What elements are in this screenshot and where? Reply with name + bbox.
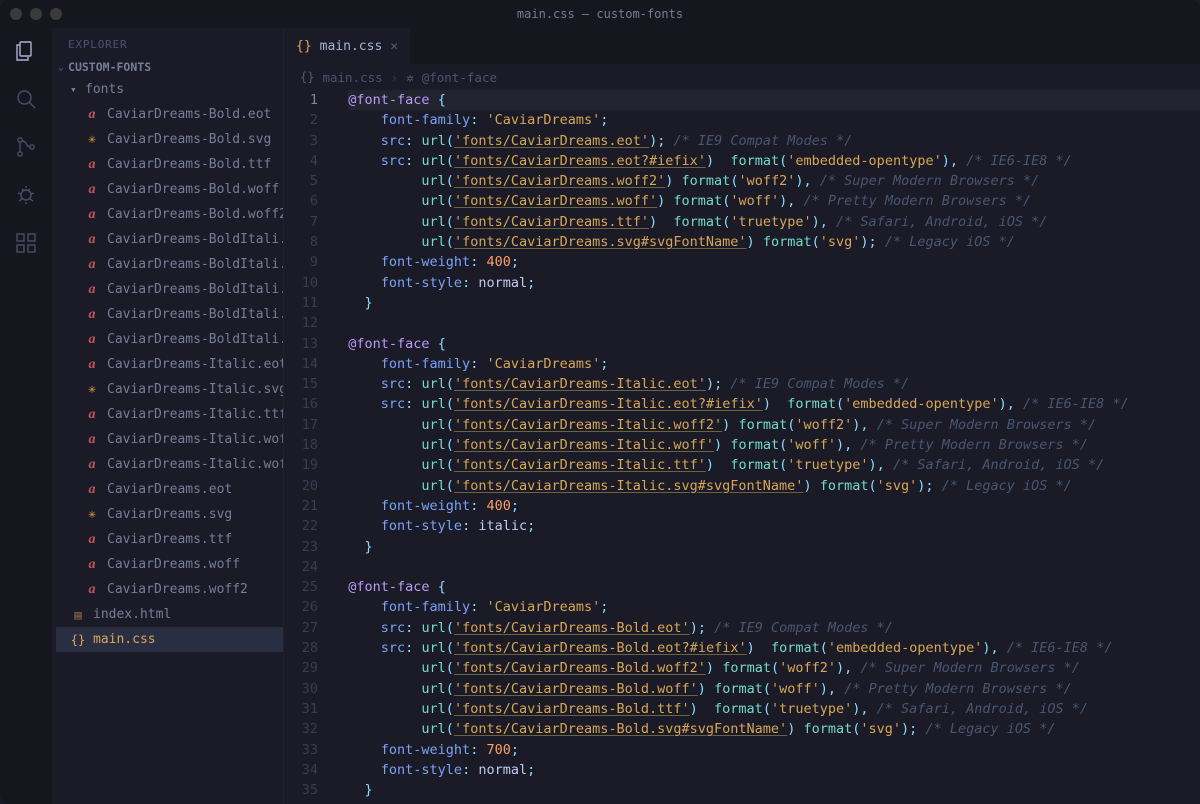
explorer-icon[interactable] — [13, 38, 39, 64]
file-item[interactable]: ▤index.html — [56, 602, 283, 627]
css-icon: {} — [296, 39, 312, 54]
file-item[interactable]: aCaviarDreams-BoldItali... — [56, 302, 283, 327]
file-item[interactable]: aCaviarDreams-Italic.woff — [56, 427, 283, 452]
file-label: CaviarDreams-Bold.woff — [107, 182, 279, 197]
file-label: CaviarDreams-Italic.woff — [107, 432, 283, 447]
file-label: index.html — [93, 607, 171, 622]
file-label: CaviarDreams-Bold.ttf — [107, 157, 271, 172]
tab-label: main.css — [320, 39, 383, 54]
file-label: CaviarDreams.eot — [107, 482, 232, 497]
sidebar: EXPLORER ⌄CUSTOM-FONTS ▾ fonts aCaviarDr… — [52, 28, 284, 804]
activity-bar — [0, 28, 52, 804]
run-debug-icon[interactable] — [13, 182, 39, 208]
file-label: CaviarDreams-Italic.ttf — [107, 407, 283, 422]
file-item[interactable]: {}main.css — [56, 627, 283, 652]
file-item[interactable]: ✳CaviarDreams-Italic.svg — [56, 377, 283, 402]
file-label: CaviarDreams-Bold.eot — [107, 107, 271, 122]
file-item[interactable]: aCaviarDreams-Bold.ttf — [56, 152, 283, 177]
css-icon: {} — [300, 70, 314, 84]
at-rule-icon: ✲ — [406, 70, 414, 85]
folder-fonts[interactable]: ▾ fonts — [56, 77, 283, 102]
close-window-icon[interactable] — [10, 8, 22, 20]
file-item[interactable]: aCaviarDreams-Italic.ttf — [56, 402, 283, 427]
file-item[interactable]: aCaviarDreams-BoldItali... — [56, 277, 283, 302]
maximize-window-icon[interactable] — [50, 8, 62, 20]
file-label: CaviarDreams-BoldItali... — [107, 232, 283, 247]
search-icon[interactable] — [13, 86, 39, 112]
file-label: CaviarDreams-Italic.svg — [107, 382, 283, 397]
breadcrumb-file: main.css — [322, 70, 382, 85]
file-label: CaviarDreams-BoldItali... — [107, 257, 283, 272]
close-tab-icon[interactable]: ✕ — [390, 39, 398, 54]
sidebar-root-label: CUSTOM-FONTS — [68, 60, 151, 74]
file-item[interactable]: aCaviarDreams-BoldItali... — [56, 252, 283, 277]
folder-label: fonts — [85, 82, 124, 97]
file-label: main.css — [93, 632, 156, 647]
file-item[interactable]: aCaviarDreams-Italic.wof... — [56, 452, 283, 477]
file-item[interactable]: aCaviarDreams-Bold.woff2 — [56, 202, 283, 227]
minimize-window-icon[interactable] — [30, 8, 42, 20]
file-label: CaviarDreams-BoldItali... — [107, 307, 283, 322]
extensions-icon[interactable] — [13, 230, 39, 256]
file-tree: ▾ fonts aCaviarDreams-Bold.eot✳CaviarDre… — [52, 77, 283, 652]
file-label: CaviarDreams-Italic.wof... — [107, 457, 283, 472]
file-label: CaviarDreams-Bold.svg — [107, 132, 271, 147]
sidebar-title: EXPLORER — [52, 28, 283, 57]
source-control-icon[interactable] — [13, 134, 39, 160]
titlebar: main.css — custom-fonts — [0, 0, 1200, 28]
file-label: CaviarDreams.ttf — [107, 532, 232, 547]
file-label: CaviarDreams.woff — [107, 557, 240, 572]
code-editor[interactable]: 1234567891011121314151617181920212223242… — [284, 90, 1200, 804]
file-label: CaviarDreams.svg — [107, 507, 232, 522]
tab-main-css[interactable]: {} main.css ✕ — [284, 28, 410, 64]
gutter: 1234567891011121314151617181920212223242… — [284, 90, 332, 804]
file-item[interactable]: aCaviarDreams-Bold.woff — [56, 177, 283, 202]
file-label: CaviarDreams-Italic.eot — [107, 357, 283, 372]
file-item[interactable]: aCaviarDreams-Italic.eot — [56, 352, 283, 377]
breadcrumbs[interactable]: {} main.css › ✲ @font-face — [284, 64, 1200, 90]
file-label: CaviarDreams-BoldItali... — [107, 332, 283, 347]
file-item[interactable]: aCaviarDreams-BoldItali... — [56, 327, 283, 352]
file-item[interactable]: aCaviarDreams.woff — [56, 552, 283, 577]
breadcrumb-symbol: @font-face — [422, 70, 497, 85]
file-item[interactable]: aCaviarDreams-BoldItali... — [56, 227, 283, 252]
code-content[interactable]: @font-face { font-family: 'CaviarDreams'… — [332, 90, 1200, 804]
sidebar-root-folder[interactable]: ⌄CUSTOM-FONTS — [52, 57, 283, 77]
traffic-lights — [10, 8, 62, 20]
file-item[interactable]: aCaviarDreams.woff2 — [56, 577, 283, 602]
file-label: CaviarDreams-BoldItali... — [107, 282, 283, 297]
editor-area: {} main.css ✕ {} main.css › ✲ @font-face… — [284, 28, 1200, 804]
file-item[interactable]: ✳CaviarDreams.svg — [56, 502, 283, 527]
file-item[interactable]: ✳CaviarDreams-Bold.svg — [56, 127, 283, 152]
file-item[interactable]: aCaviarDreams.eot — [56, 477, 283, 502]
file-item[interactable]: aCaviarDreams-Bold.eot — [56, 102, 283, 127]
file-label: CaviarDreams.woff2 — [107, 582, 248, 597]
window-title: main.css — custom-fonts — [517, 7, 683, 21]
tabs: {} main.css ✕ — [284, 28, 1200, 64]
file-label: CaviarDreams-Bold.woff2 — [107, 207, 283, 222]
file-item[interactable]: aCaviarDreams.ttf — [56, 527, 283, 552]
